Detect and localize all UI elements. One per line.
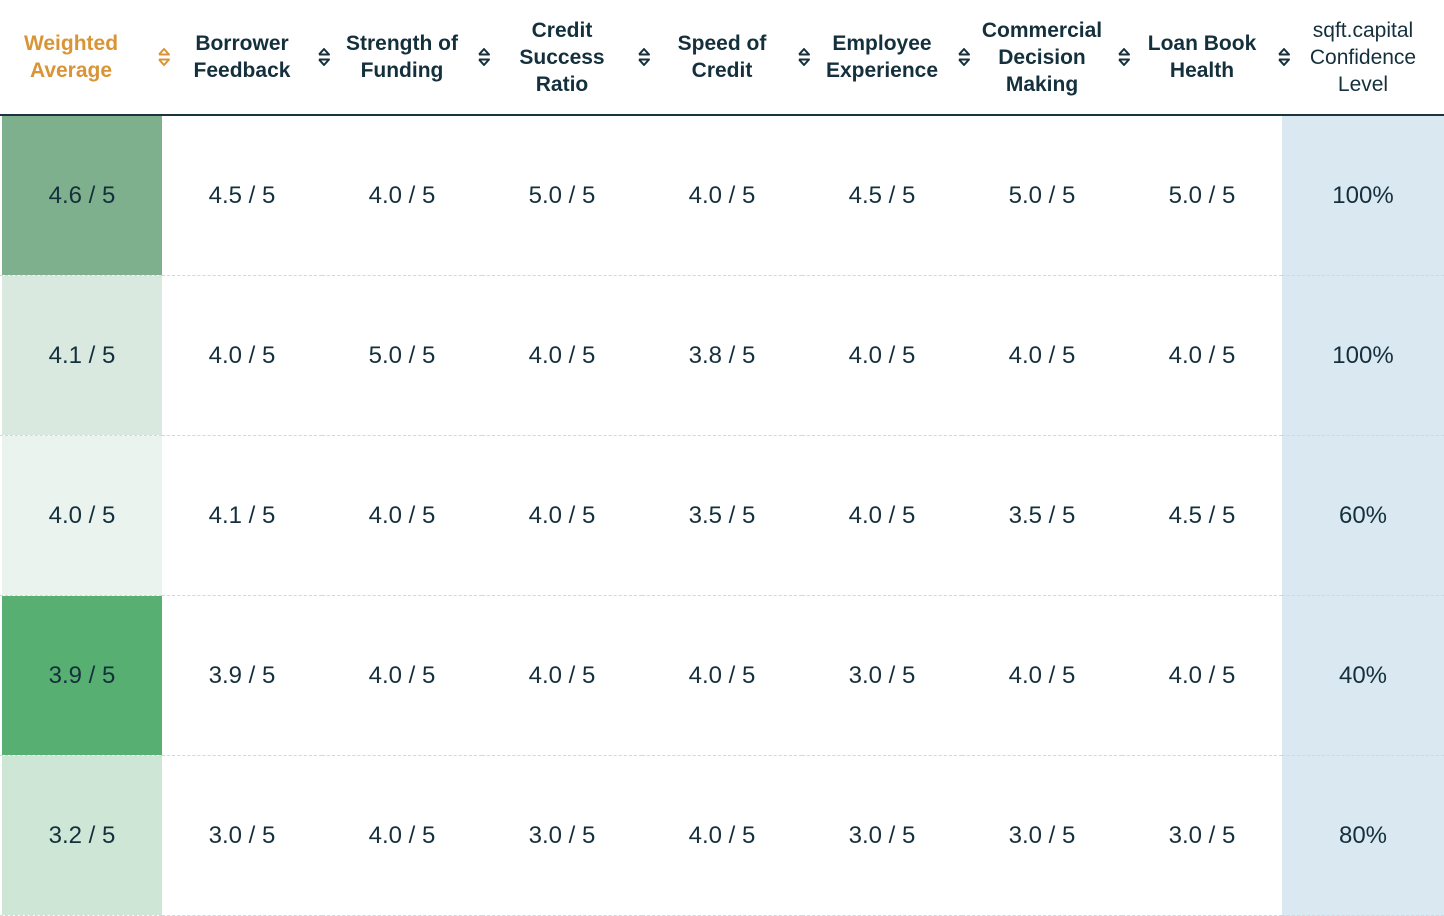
sort-up-down-icon[interactable] — [477, 46, 491, 68]
confidence-level-cell: 80% — [1282, 755, 1444, 916]
weighted-average-cell: 4.6 / 5 — [0, 115, 162, 276]
weighted-average-cell: 3.2 / 5 — [0, 755, 162, 916]
column-header-loan-book-health[interactable]: Loan Book Health — [1122, 0, 1290, 116]
header-row: Weighted Average Borrower Feedback Strengt… — [0, 0, 1444, 116]
employee-experience-cell: 4.0 / 5 — [802, 435, 962, 596]
weighted-average-value: 3.2 / 5 — [48, 821, 116, 849]
column-header-speed-of-credit[interactable]: Speed of Credit — [642, 0, 810, 116]
credit-success-ratio-cell: 5.0 / 5 — [482, 115, 642, 276]
column-header-label: Weighted Average — [23, 32, 119, 82]
table-row[interactable]: 4.6 / 5 4.5 / 5 4.0 / 5 5.0 / 5 4.0 / 5 4.5 /… — [0, 115, 1444, 276]
employee-experience-cell: 4.5 / 5 — [802, 115, 962, 276]
weighted-average-cell: 4.0 / 5 — [0, 435, 162, 596]
strength-of-funding-cell: 4.0 / 5 — [322, 435, 482, 596]
borrower-feedback-cell: 4.5 / 5 — [162, 115, 322, 276]
column-header-confidence-level: sqft.capital Confidence Level — [1282, 0, 1444, 116]
table-header: Weighted Average Borrower Feedback Strengt… — [0, 0, 1444, 116]
strength-of-funding-cell: 4.0 / 5 — [322, 115, 482, 276]
column-header-label: Strength of Funding — [346, 32, 458, 82]
column-header-label: Employee Experience — [825, 32, 939, 82]
column-header-label: Commercial Decision Making — [981, 18, 1103, 96]
commercial-decision-making-cell: 4.0 / 5 — [962, 595, 1122, 756]
weighted-average-cell: 4.1 / 5 — [0, 275, 162, 436]
weighted-average-heat-fill: 3.9 / 5 — [2, 596, 162, 755]
confidence-level-cell: 60% — [1282, 435, 1444, 596]
credit-success-ratio-cell: 3.0 / 5 — [482, 755, 642, 916]
weighted-average-value: 3.9 / 5 — [48, 661, 116, 689]
sort-up-down-icon[interactable] — [637, 46, 651, 68]
borrower-feedback-cell: 4.1 / 5 — [162, 435, 322, 596]
weighted-average-value: 4.0 / 5 — [48, 501, 116, 529]
sort-up-down-icon[interactable] — [1277, 46, 1291, 68]
column-header-borrower-feedback[interactable]: Borrower Feedback — [162, 0, 330, 116]
confidence-level-cell: 40% — [1282, 595, 1444, 756]
column-header-commercial-decision-making[interactable]: Commercial Decision Making — [962, 0, 1130, 116]
sort-up-down-icon[interactable] — [157, 46, 171, 68]
weighted-average-heat-fill: 4.0 / 5 — [2, 436, 162, 595]
confidence-level-cell: 100% — [1282, 115, 1444, 276]
loan-book-health-cell: 3.0 / 5 — [1122, 755, 1282, 916]
sort-up-down-icon[interactable] — [1117, 46, 1131, 68]
loan-book-health-cell: 4.5 / 5 — [1122, 435, 1282, 596]
column-header-label: Speed of Credit — [677, 32, 767, 82]
sort-up-down-icon[interactable] — [317, 46, 331, 68]
table-row[interactable]: 3.9 / 5 3.9 / 5 4.0 / 5 4.0 / 5 4.0 / 5 3.0 /… — [0, 595, 1444, 756]
table-row[interactable]: 4.1 / 5 4.0 / 5 5.0 / 5 4.0 / 5 3.8 / 5 4.0 /… — [0, 275, 1444, 436]
loan-book-health-cell: 4.0 / 5 — [1122, 595, 1282, 756]
weighted-average-value: 4.1 / 5 — [48, 341, 116, 369]
column-header-label: Loan Book Health — [1147, 32, 1257, 82]
employee-experience-cell: 4.0 / 5 — [802, 275, 962, 436]
column-header-strength-of-funding[interactable]: Strength of Funding — [322, 0, 490, 116]
speed-of-credit-cell: 4.0 / 5 — [642, 755, 802, 916]
table-body: 4.6 / 5 4.5 / 5 4.0 / 5 5.0 / 5 4.0 / 5 4.5 /… — [0, 115, 1444, 916]
borrower-feedback-cell: 4.0 / 5 — [162, 275, 322, 436]
table-row[interactable]: 3.2 / 5 3.0 / 5 4.0 / 5 3.0 / 5 4.0 / 5 3.0 /… — [0, 755, 1444, 916]
commercial-decision-making-cell: 3.0 / 5 — [962, 755, 1122, 916]
weighted-average-heat-fill: 4.6 / 5 — [2, 116, 162, 275]
lender-ratings-table: Weighted Average Borrower Feedback Strengt… — [0, 0, 1444, 916]
commercial-decision-making-cell: 3.5 / 5 — [962, 435, 1122, 596]
strength-of-funding-cell: 4.0 / 5 — [322, 595, 482, 756]
speed-of-credit-cell: 3.5 / 5 — [642, 435, 802, 596]
credit-success-ratio-cell: 4.0 / 5 — [482, 275, 642, 436]
borrower-feedback-cell: 3.9 / 5 — [162, 595, 322, 756]
column-header-label: Borrower Feedback — [193, 32, 291, 82]
credit-success-ratio-cell: 4.0 / 5 — [482, 435, 642, 596]
weighted-average-cell: 3.9 / 5 — [0, 595, 162, 756]
weighted-average-heat-fill: 4.1 / 5 — [2, 276, 162, 435]
employee-experience-cell: 3.0 / 5 — [802, 595, 962, 756]
strength-of-funding-cell: 4.0 / 5 — [322, 755, 482, 916]
column-header-label: Credit Success Ratio — [519, 18, 605, 96]
sort-up-down-icon[interactable] — [957, 46, 971, 68]
confidence-level-cell: 100% — [1282, 275, 1444, 436]
employee-experience-cell: 3.0 / 5 — [802, 755, 962, 916]
column-header-label: sqft.capital Confidence Level — [1309, 18, 1417, 96]
column-header-weighted-average[interactable]: Weighted Average — [0, 0, 170, 116]
commercial-decision-making-cell: 4.0 / 5 — [962, 275, 1122, 436]
sort-up-down-icon[interactable] — [797, 46, 811, 68]
speed-of-credit-cell: 4.0 / 5 — [642, 115, 802, 276]
column-header-credit-success-ratio[interactable]: Credit Success Ratio — [482, 0, 650, 116]
credit-success-ratio-cell: 4.0 / 5 — [482, 595, 642, 756]
strength-of-funding-cell: 5.0 / 5 — [322, 275, 482, 436]
column-header-employee-experience[interactable]: Employee Experience — [802, 0, 970, 116]
table-row[interactable]: 4.0 / 5 4.1 / 5 4.0 / 5 4.0 / 5 3.5 / 5 4.0 /… — [0, 435, 1444, 596]
loan-book-health-cell: 4.0 / 5 — [1122, 275, 1282, 436]
weighted-average-heat-fill: 3.2 / 5 — [2, 756, 162, 915]
weighted-average-value: 4.6 / 5 — [48, 181, 116, 209]
speed-of-credit-cell: 3.8 / 5 — [642, 275, 802, 436]
speed-of-credit-cell: 4.0 / 5 — [642, 595, 802, 756]
borrower-feedback-cell: 3.0 / 5 — [162, 755, 322, 916]
commercial-decision-making-cell: 5.0 / 5 — [962, 115, 1122, 276]
loan-book-health-cell: 5.0 / 5 — [1122, 115, 1282, 276]
